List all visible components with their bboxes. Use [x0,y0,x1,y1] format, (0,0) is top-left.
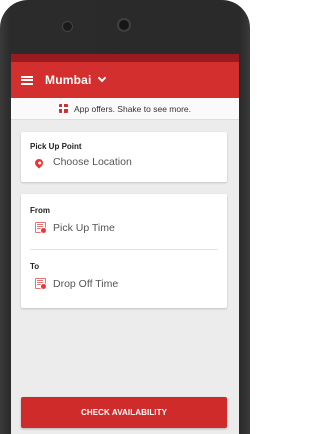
hamburger-menu-icon[interactable] [21,75,33,85]
city-selector[interactable]: Mumbai [45,73,106,87]
chevron-down-icon [97,73,106,83]
time-card: From Pick Up Time To Drop Off Time [21,194,227,308]
location-pin-icon [33,157,45,169]
pickup-time-value[interactable]: Pick Up Time [53,222,115,234]
camera-icon [117,18,131,32]
dropoff-time-value[interactable]: Drop Off Time [53,278,118,290]
gift-icon [58,104,68,113]
offers-banner[interactable]: App offers. Shake to see more. [11,98,239,120]
status-bar [11,54,239,62]
check-availability-button[interactable]: CHECK AVAILABILITY [21,397,227,428]
phone-frame: Mumbai App offers. Shake to see more. Pi… [0,0,250,434]
speaker-icon [62,21,73,32]
pickup-card[interactable]: Pick Up Point Choose Location [21,132,227,182]
app-screen: Mumbai App offers. Shake to see more. Pi… [11,54,239,434]
pickup-location-value[interactable]: Choose Location [53,156,132,168]
app-toolbar: Mumbai [11,62,239,98]
from-label: From [30,206,50,215]
pickup-label: Pick Up Point [30,142,82,151]
divider [30,249,218,250]
calendar-icon [35,278,47,290]
offers-text: App offers. Shake to see more. [73,103,192,114]
city-label: Mumbai [45,73,92,87]
calendar-icon [35,222,47,234]
to-label: To [30,262,40,271]
